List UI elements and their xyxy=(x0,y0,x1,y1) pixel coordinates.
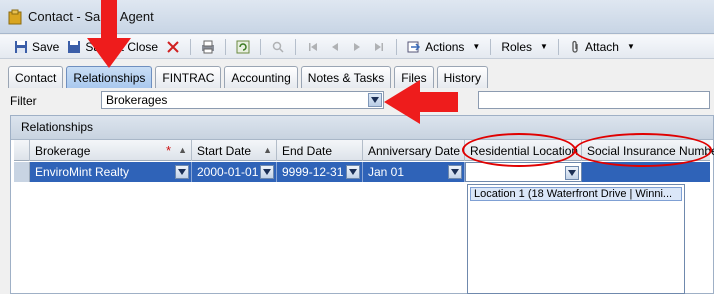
dropdown-button[interactable] xyxy=(368,93,382,107)
tab-fintrac[interactable]: FINTRAC xyxy=(155,66,222,88)
column-start-date[interactable]: Start Date ▲ xyxy=(192,140,277,161)
find-button[interactable] xyxy=(267,37,289,57)
next-icon xyxy=(354,42,361,51)
toolbar-separator xyxy=(260,38,262,55)
column-brokerage[interactable]: Brokerage * ▲ xyxy=(30,140,192,161)
attach-label: Attach xyxy=(584,39,619,54)
cell-end-date-value: 9999-12-31 xyxy=(282,165,344,179)
toolbar-separator xyxy=(557,38,559,55)
actions-label: Actions xyxy=(425,39,465,54)
previous-record-button[interactable] xyxy=(324,37,346,57)
annotation-arrow-down xyxy=(87,0,131,68)
search-input[interactable] xyxy=(478,91,710,109)
toolbar-separator xyxy=(490,38,492,55)
column-end-date-label: End Date xyxy=(282,143,333,158)
toolbar-separator xyxy=(295,38,297,55)
refresh-icon xyxy=(236,40,250,53)
next-record-button[interactable] xyxy=(346,37,368,57)
required-star-icon: * xyxy=(165,143,171,158)
tab-contact[interactable]: Contact xyxy=(8,66,64,88)
chevron-down-icon xyxy=(568,170,576,176)
cell-start-date-value: 2000-01-01 xyxy=(197,165,259,179)
chevron-down-icon xyxy=(178,169,186,175)
save-close-icon xyxy=(68,40,81,53)
annotation-arrow-left xyxy=(384,80,458,124)
last-icon xyxy=(375,42,384,51)
first-record-button[interactable] xyxy=(302,37,324,57)
delete-button[interactable] xyxy=(162,37,184,57)
save-button[interactable]: Save xyxy=(10,37,63,57)
dropdown-button[interactable] xyxy=(565,166,579,180)
filter-dropdown[interactable]: Brokerages xyxy=(101,91,384,109)
highlight-ellipse-sin xyxy=(574,133,712,167)
cell-brokerage-value: EnviroMint Realty xyxy=(35,165,130,179)
floppy-icon xyxy=(15,40,27,53)
column-brokerage-label: Brokerage xyxy=(35,143,91,158)
column-start-date-label: Start Date xyxy=(197,143,252,158)
paperclip-icon xyxy=(572,40,578,53)
chevron-down-icon: ▼ xyxy=(540,42,548,51)
dropdown-button[interactable] xyxy=(175,165,189,179)
dropdown-button[interactable] xyxy=(346,165,360,179)
filter-value: Brokerages xyxy=(106,93,168,107)
chevron-down-icon xyxy=(371,97,379,103)
save-label: Save xyxy=(32,39,60,54)
roles-menu[interactable]: Roles ▼ xyxy=(497,37,552,57)
filter-label: Filter xyxy=(10,94,37,108)
chevron-down-icon xyxy=(451,169,459,175)
list-item[interactable]: Location 1 (18 Waterfront Drive | Winni.… xyxy=(470,187,682,201)
chevron-down-icon: ▼ xyxy=(472,42,481,51)
first-icon xyxy=(309,42,318,51)
magnifier-icon xyxy=(272,41,284,53)
previous-icon xyxy=(332,42,339,51)
cell-end-date[interactable]: 9999-12-31 xyxy=(277,162,363,182)
column-anniversary-label: Anniversary Date xyxy=(368,143,461,158)
cell-anniversary-date[interactable]: Jan 01 xyxy=(363,162,465,182)
actions-icon xyxy=(407,41,421,52)
column-end-date[interactable]: End Date xyxy=(277,140,363,161)
cell-start-date[interactable]: 2000-01-01 xyxy=(192,162,277,182)
residential-location-dropdown-list: Location 1 (18 Waterfront Drive | Winni.… xyxy=(467,184,685,294)
printer-icon xyxy=(202,40,215,53)
dropdown-button[interactable] xyxy=(448,165,462,179)
actions-menu[interactable]: Actions ▼ xyxy=(403,37,484,57)
highlight-ellipse-residential xyxy=(462,133,576,167)
toolbar-separator xyxy=(225,38,227,55)
column-anniversary-date[interactable]: Anniversary Date xyxy=(363,140,465,161)
chevron-down-icon xyxy=(263,169,271,175)
toolbar-separator xyxy=(190,38,192,55)
row-header-corner xyxy=(14,140,30,161)
roles-label: Roles xyxy=(501,39,533,54)
app-icon xyxy=(8,9,22,25)
sort-asc-icon: ▲ xyxy=(178,145,187,155)
delete-x-icon xyxy=(167,40,179,53)
row-selector[interactable] xyxy=(14,162,30,182)
last-record-button[interactable] xyxy=(368,37,390,57)
cell-anniversary-value: Jan 01 xyxy=(368,165,405,179)
cell-brokerage[interactable]: EnviroMint Realty xyxy=(30,162,192,182)
tab-accounting[interactable]: Accounting xyxy=(224,66,298,88)
refresh-button[interactable] xyxy=(232,37,254,57)
tab-notes-tasks[interactable]: Notes & Tasks xyxy=(300,66,392,88)
table-row[interactable]: EnviroMint Realty 2000-01-01 9999-12-31 … xyxy=(14,162,710,182)
dropdown-button[interactable] xyxy=(260,165,274,179)
sort-asc-icon: ▲ xyxy=(263,145,272,155)
print-button[interactable] xyxy=(197,37,219,57)
chevron-down-icon xyxy=(349,169,357,175)
toolbar-separator xyxy=(396,38,398,55)
chevron-down-icon: ▼ xyxy=(626,42,635,51)
filter-row: Filter Brokerages xyxy=(0,89,714,111)
attach-menu[interactable]: Attach ▼ xyxy=(565,37,639,57)
